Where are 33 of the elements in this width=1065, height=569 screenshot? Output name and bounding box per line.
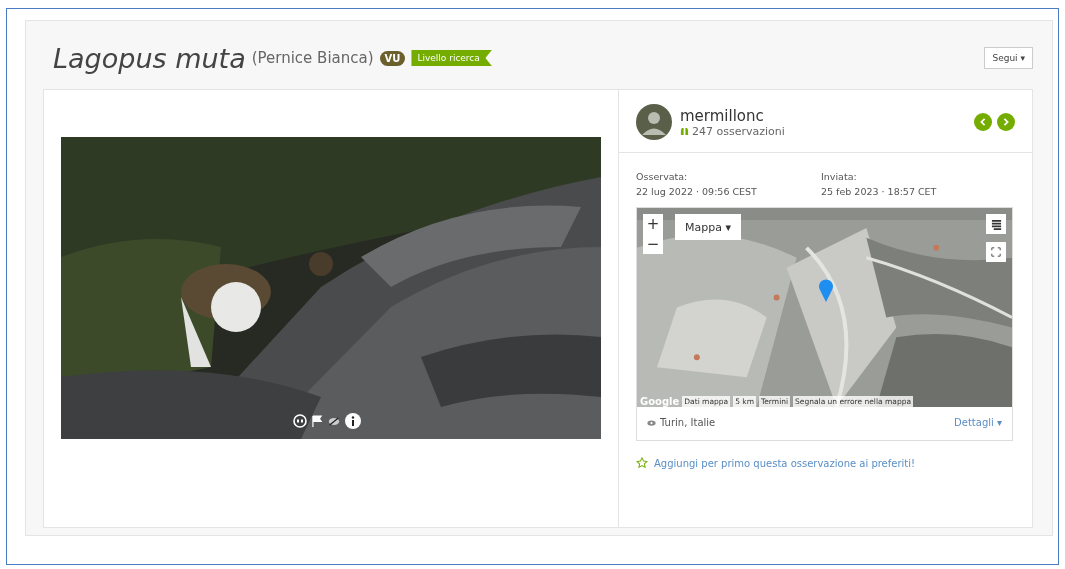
chevron-left-icon [979,118,987,126]
observer-name[interactable]: mermillonc [680,106,785,125]
observation-count[interactable]: 247 osservazioni [692,124,785,138]
eye-icon [647,419,656,426]
date-value: 22 lug 2022 · 09:56 CEST [636,186,758,197]
status-badge: VU [379,50,406,66]
star-icon [636,457,648,469]
next-button[interactable] [997,113,1015,131]
date-value: 25 feb 2023 · 18:57 CET [821,186,938,197]
scientific-name: Lagopus muta [53,42,246,74]
map-pin-icon[interactable] [818,278,834,302]
date-label: Osservata: [636,171,689,182]
common-name: (Pernice Bianca) [251,49,374,67]
location-text: Turin, Italie [660,417,716,428]
layers-icon [990,218,1002,230]
binoculars-icon [680,126,689,136]
fullscreen-icon [991,247,1001,257]
map-type-button[interactable]: Mappa ▾ [675,214,741,240]
eye-slash-icon[interactable] [328,416,340,426]
follow-button[interactable]: Segui ▾ [984,47,1033,69]
layers-button[interactable] [986,214,1006,234]
flag-icon[interactable] [312,414,323,428]
details-link[interactable]: Dettagli ▾ [954,417,1002,428]
favorite-link[interactable]: Aggiungi per primo questa osservazione ai preferiti! [636,457,1015,469]
info-icon[interactable] [345,413,361,429]
quality-badge: Livello ricerca [411,50,492,66]
avatar[interactable] [636,104,672,140]
date-label: Inviata: [821,171,858,182]
fullscreen-button[interactable] [986,242,1006,262]
chevron-right-icon [1002,118,1010,126]
cc-icon[interactable] [293,414,307,428]
previous-button[interactable] [974,113,992,131]
google-logo: Google [640,396,680,407]
